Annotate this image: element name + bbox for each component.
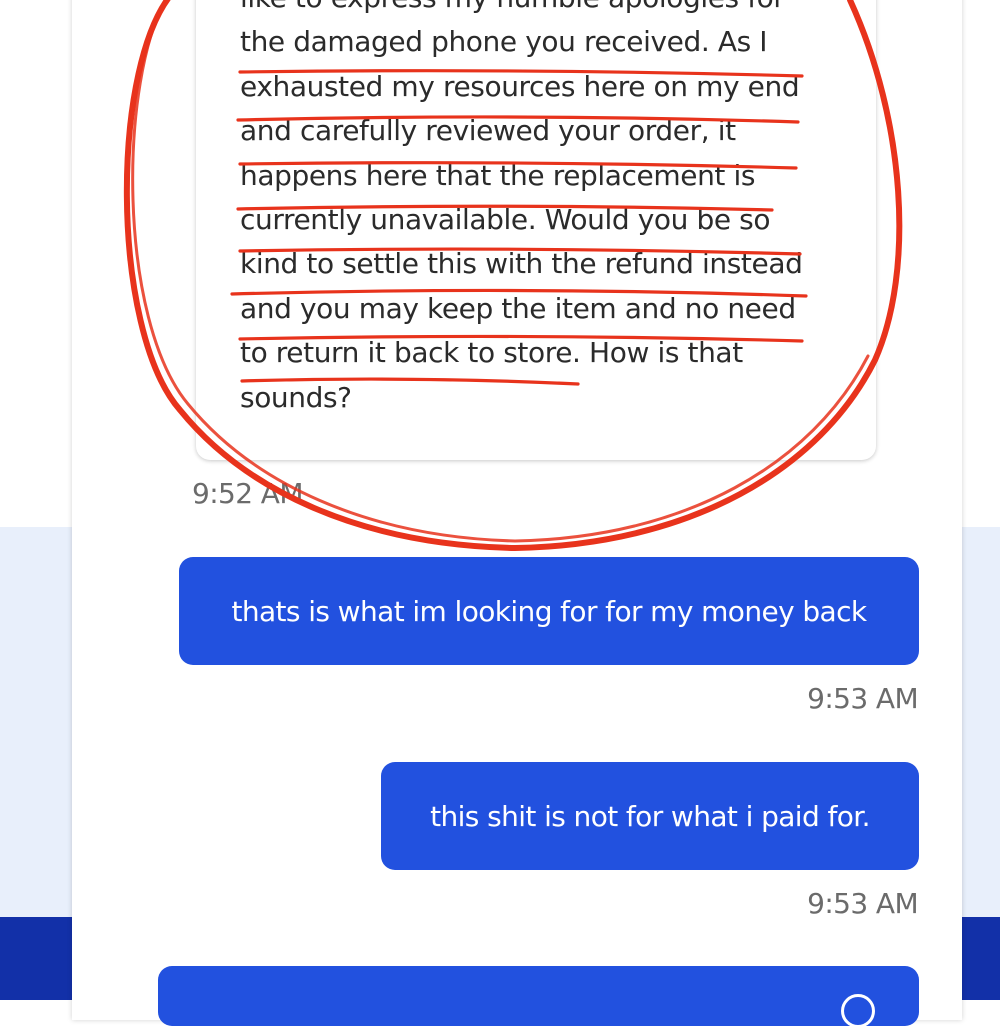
- agent-message-line: and you may keep the item and no need: [240, 291, 796, 325]
- agent-message-timestamp: 9:52 AM: [192, 477, 303, 510]
- agent-message-line: exhausted my resources here on my end: [240, 69, 800, 103]
- user-message-bubble-partial: [158, 966, 919, 1028]
- user-message-bubble: this shit is not for what i paid for.: [381, 762, 919, 870]
- user-message-text: thats is what im looking for for my mone…: [231, 594, 867, 628]
- agent-message-line: sounds?: [240, 380, 352, 414]
- user-message-bubble: thats is what im looking for for my mone…: [179, 557, 919, 665]
- agent-message-line: to return it back to store. How is that: [240, 336, 743, 370]
- message-status-icon: [841, 994, 875, 1028]
- agent-message-text: like to express my humble apologies for …: [240, 0, 840, 420]
- agent-message-line: currently unavailable. Would you be so: [240, 203, 771, 237]
- agent-message-line: the damaged phone you received. As I: [240, 25, 768, 59]
- user-message-timestamp: 9:53 AM: [807, 682, 918, 715]
- agent-message-line: like to express my humble apologies for: [240, 0, 840, 20]
- user-message-timestamp: 9:53 AM: [807, 887, 918, 920]
- agent-message-line: and carefully reviewed your order, it: [240, 114, 736, 148]
- agent-message-line: happens here that the replacement is: [240, 158, 756, 192]
- user-message-text: this shit is not for what i paid for.: [430, 799, 870, 833]
- agent-message-line: kind to settle this with the refund inst…: [240, 247, 803, 281]
